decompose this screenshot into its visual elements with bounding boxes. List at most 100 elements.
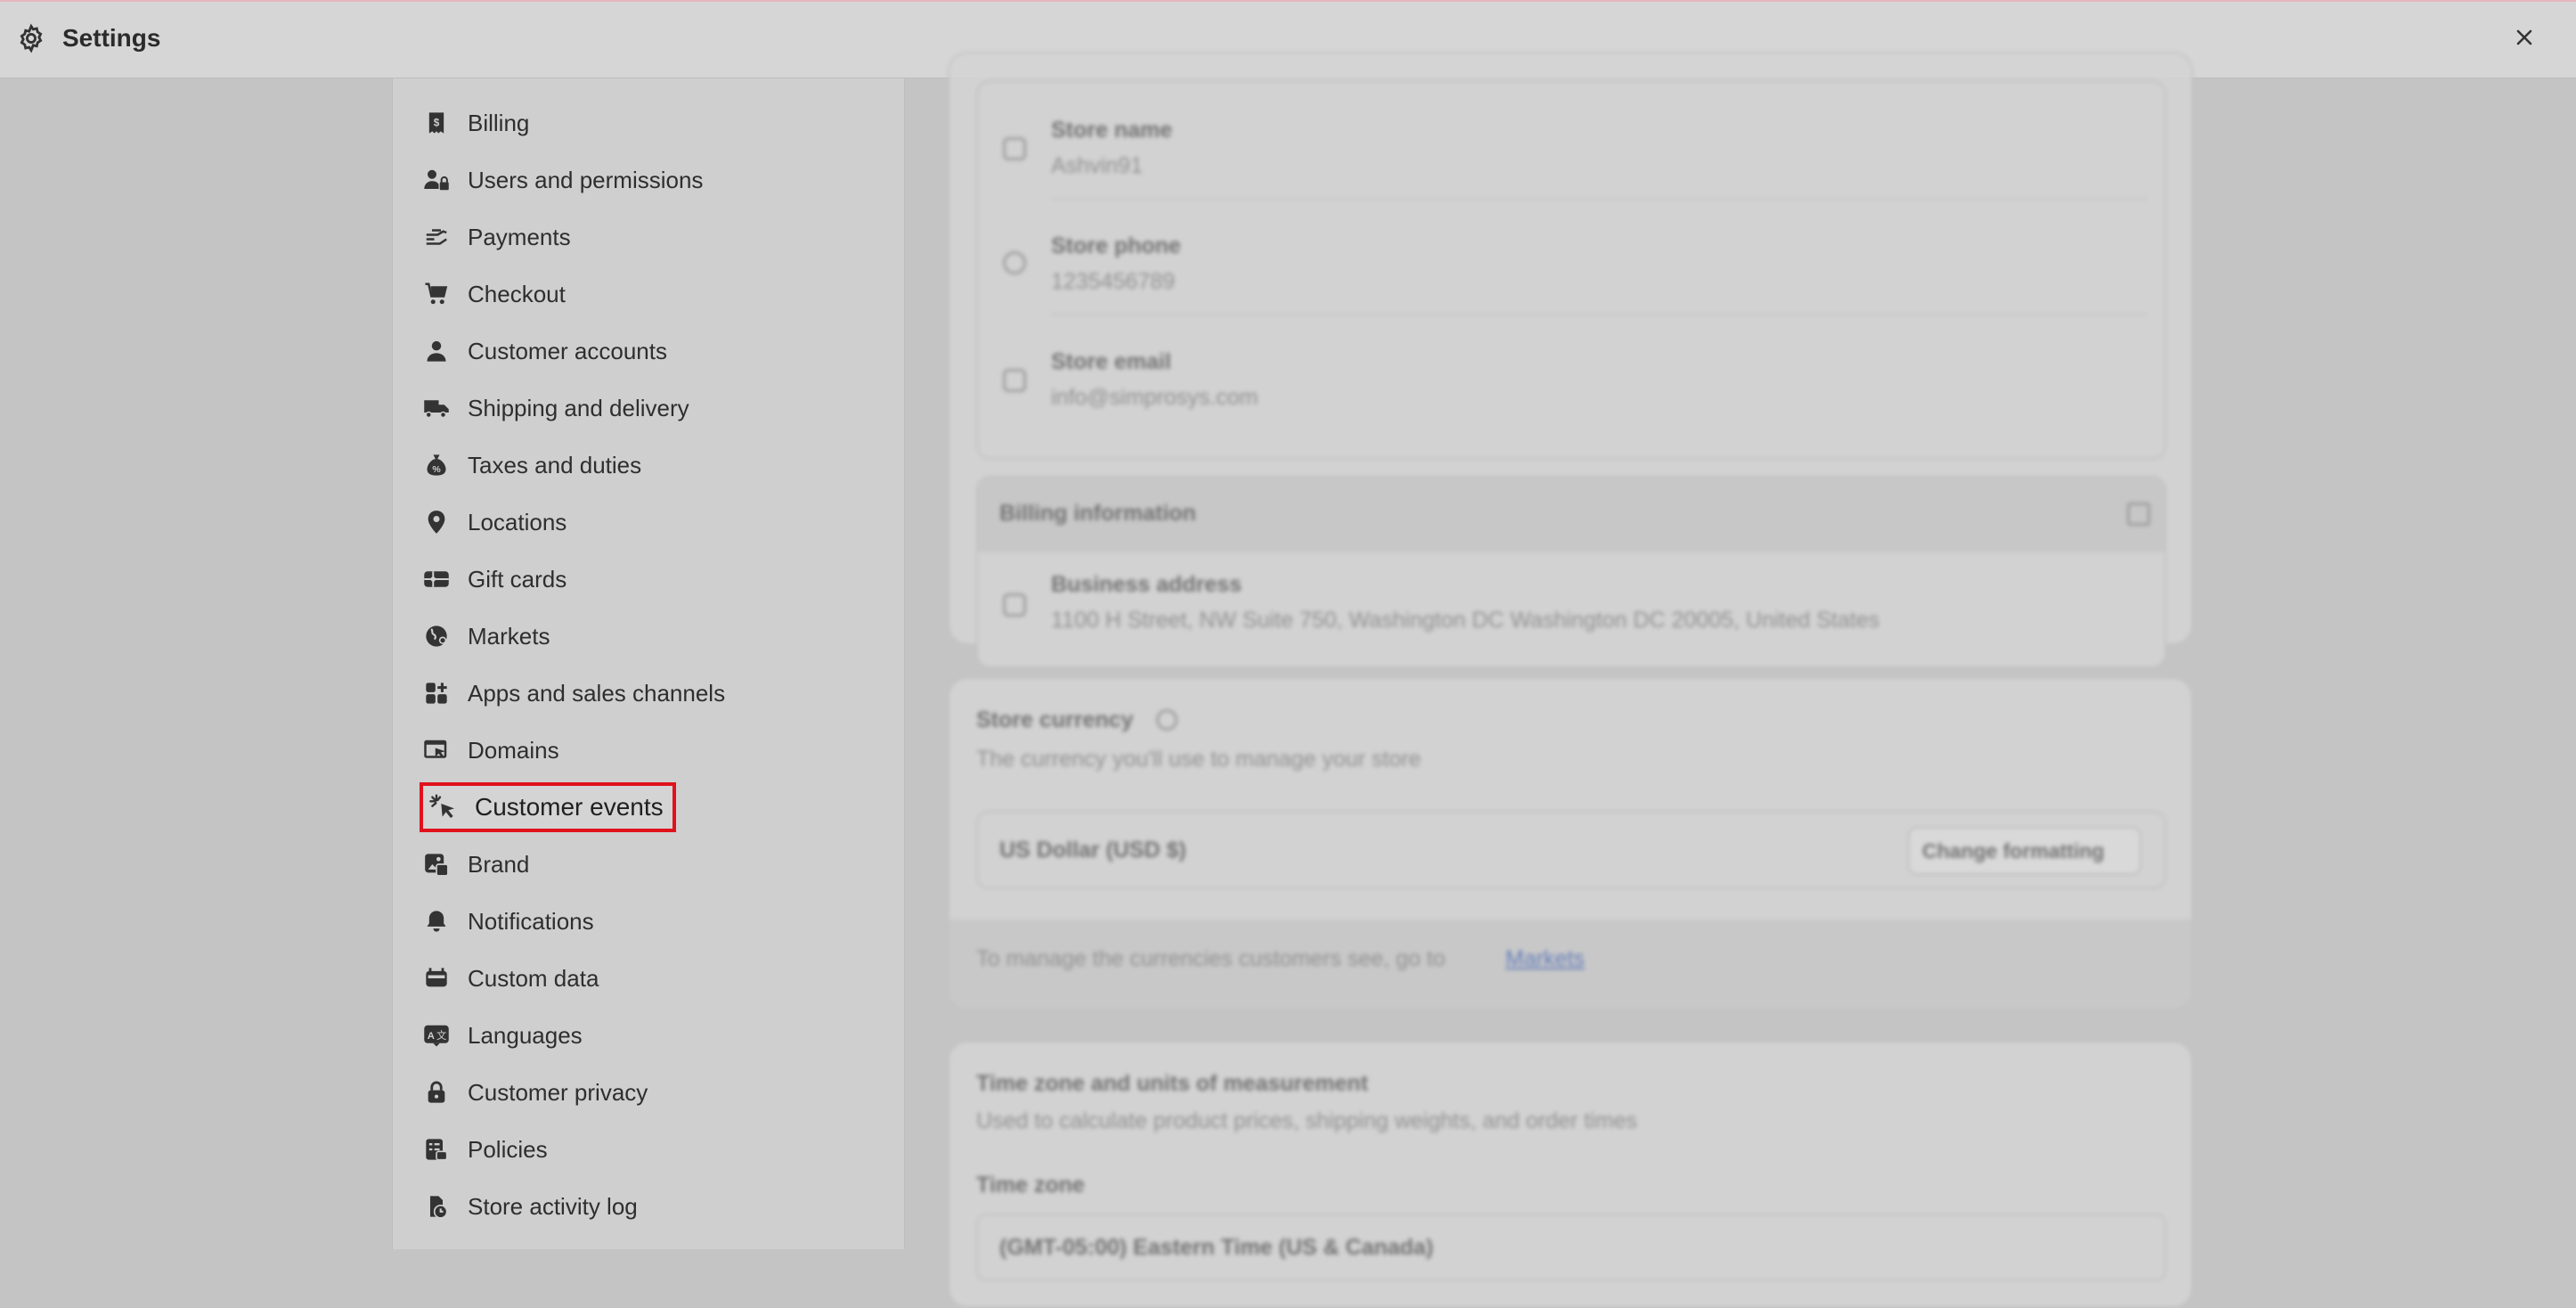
page-title: Settings bbox=[62, 24, 161, 52]
sidebar-item-label: Apps and sales channels bbox=[468, 679, 726, 707]
sidebar-item-store-activity-log[interactable]: Store activity log bbox=[421, 1183, 638, 1230]
sidebar-item-label: Custom data bbox=[468, 964, 599, 992]
store-phone-value: 1235456789 bbox=[1051, 269, 1176, 294]
store-email-value: info@simprosys.com bbox=[1051, 385, 1259, 410]
sidebar-item-label: Markets bbox=[468, 622, 550, 650]
sidebar-item-brand[interactable]: Brand bbox=[421, 841, 529, 887]
change-formatting-label: Change formatting bbox=[1922, 839, 2105, 862]
store-icon bbox=[1003, 137, 1026, 160]
store-name-value: Ashvin91 bbox=[1051, 153, 1143, 178]
sidebar-item-apps-and-sales-channels[interactable]: Apps and sales channels bbox=[421, 670, 725, 716]
change-formatting-button[interactable]: Change formatting bbox=[1908, 827, 2141, 875]
sidebar-item-label: Locations bbox=[468, 508, 567, 535]
sidebar-item-taxes-and-duties[interactable]: % Taxes and duties bbox=[421, 442, 641, 488]
edit-pencil-icon[interactable] bbox=[2127, 503, 2150, 526]
svg-text:%: % bbox=[432, 464, 441, 475]
markets-link[interactable]: Markets bbox=[1505, 946, 1585, 972]
store-phone-label: Store phone bbox=[1051, 233, 1181, 258]
billing-receipt-icon: $ bbox=[421, 108, 452, 138]
sidebar-item-shipping-and-delivery[interactable]: Shipping and delivery bbox=[421, 385, 689, 431]
building-icon bbox=[1003, 593, 1026, 617]
divider bbox=[1051, 314, 2147, 315]
sidebar-item-markets[interactable]: Markets bbox=[421, 613, 550, 659]
store-name-label: Store name bbox=[1051, 118, 1173, 143]
timezone-field-label: Time zone bbox=[976, 1173, 1085, 1198]
cart-icon bbox=[421, 279, 452, 309]
billing-information-panel: Billing information Business address 110… bbox=[976, 476, 2166, 668]
sidebar-item-custom-data[interactable]: Custom data bbox=[421, 955, 599, 1001]
store-currency-card: Store currency The currency you'll use t… bbox=[948, 677, 2193, 1010]
sidebar-item-label: Checkout bbox=[468, 280, 566, 307]
divider bbox=[1051, 198, 2147, 200]
sidebar-item-languages[interactable]: A文 Languages bbox=[421, 1012, 583, 1059]
settings-sidebar: $ Billing Users and permissions Payments… bbox=[392, 78, 905, 1249]
timezone-subtitle: Used to calculate product prices, shippi… bbox=[976, 1108, 1638, 1133]
sidebar-item-gift-cards[interactable]: Gift cards bbox=[421, 556, 567, 602]
money-bag-icon: % bbox=[421, 450, 452, 480]
sidebar-item-users-and-permissions[interactable]: Users and permissions bbox=[421, 157, 703, 203]
svg-text:A: A bbox=[428, 1031, 435, 1042]
settings-main-content: Store name Ashvin91 Store phone 12354567… bbox=[905, 52, 2576, 1308]
sidebar-item-customer-events[interactable]: Customer events bbox=[420, 782, 676, 832]
sidebar-item-label: Taxes and duties bbox=[468, 451, 642, 478]
sidebar-item-label: Shipping and delivery bbox=[468, 394, 689, 421]
sidebar-item-policies[interactable]: Policies bbox=[421, 1126, 548, 1173]
timezone-select[interactable]: (GMT-05:00) Eastern Time (US & Canada) bbox=[976, 1214, 2166, 1281]
policies-list-icon bbox=[421, 1134, 452, 1165]
domains-icon bbox=[421, 735, 452, 765]
billing-information-header: Billing information bbox=[978, 478, 2164, 552]
bell-icon bbox=[421, 906, 452, 936]
apps-grid-icon bbox=[421, 678, 452, 708]
store-details-card: Store name Ashvin91 Store phone 12354567… bbox=[948, 52, 2193, 668]
svg-text:$: $ bbox=[434, 118, 440, 129]
sidebar-item-checkout[interactable]: Checkout bbox=[421, 271, 566, 317]
phone-icon bbox=[1003, 251, 1026, 274]
store-details-panel: Store name Ashvin91 Store phone 12354567… bbox=[976, 80, 2166, 460]
sidebar-item-label: Store activity log bbox=[468, 1192, 638, 1220]
sidebar-item-label: Customer privacy bbox=[468, 1078, 648, 1106]
cursor-click-icon bbox=[428, 792, 459, 822]
person-icon bbox=[421, 336, 452, 366]
timezone-value: (GMT-05:00) Eastern Time (US & Canada) bbox=[999, 1235, 1434, 1260]
activity-log-icon bbox=[421, 1191, 452, 1222]
sidebar-item-label: Notifications bbox=[468, 907, 594, 935]
sidebar-item-label: Brand bbox=[468, 850, 530, 878]
sidebar-item-label: Domains bbox=[468, 736, 559, 764]
business-address-label: Business address bbox=[1051, 572, 1242, 597]
sidebar-item-locations[interactable]: Locations bbox=[421, 499, 567, 545]
sidebar-item-domains[interactable]: Domains bbox=[421, 727, 559, 773]
store-email-label: Store email bbox=[1051, 349, 1171, 374]
sidebar-item-label: Users and permissions bbox=[468, 166, 704, 193]
sidebar-item-payments[interactable]: Payments bbox=[421, 214, 571, 260]
sidebar-item-label: Billing bbox=[468, 109, 530, 136]
currency-field: US Dollar (USD $) Change formatting bbox=[976, 811, 2166, 889]
sidebar-item-customer-privacy[interactable]: Customer privacy bbox=[421, 1069, 648, 1116]
currency-footer-text: To manage the currencies customers see, … bbox=[976, 946, 1446, 971]
sidebar-item-label: Languages bbox=[468, 1021, 583, 1049]
svg-text:文: 文 bbox=[436, 1029, 446, 1042]
brand-image-icon bbox=[421, 849, 452, 879]
currency-value: US Dollar (USD $) bbox=[999, 838, 1186, 862]
translate-icon: A文 bbox=[421, 1020, 452, 1050]
sidebar-item-billing[interactable]: $ Billing bbox=[421, 100, 529, 146]
location-pin-icon bbox=[421, 507, 452, 537]
sidebar-item-label: Customer events bbox=[475, 793, 664, 821]
timezone-card: Time zone and units of measurement Used … bbox=[948, 1041, 2193, 1308]
info-icon[interactable] bbox=[1156, 709, 1178, 731]
business-address-value: 1100 H Street, NW Suite 750, Washington … bbox=[1051, 608, 1880, 633]
store-currency-title: Store currency bbox=[976, 707, 1134, 732]
sidebar-item-label: Policies bbox=[468, 1135, 548, 1163]
timezone-title: Time zone and units of measurement bbox=[976, 1071, 1368, 1096]
currency-footer: To manage the currencies customers see, … bbox=[950, 920, 2191, 1009]
sidebar-item-label: Customer accounts bbox=[468, 337, 667, 364]
custom-data-icon bbox=[421, 963, 452, 993]
lock-icon bbox=[421, 1077, 452, 1108]
close-icon[interactable] bbox=[2508, 21, 2540, 53]
gift-card-icon bbox=[421, 564, 452, 594]
globe-icon bbox=[421, 621, 452, 651]
sidebar-item-customer-accounts[interactable]: Customer accounts bbox=[421, 328, 667, 374]
sidebar-item-notifications[interactable]: Notifications bbox=[421, 898, 594, 944]
email-icon bbox=[1003, 369, 1026, 392]
payments-hand-icon bbox=[421, 222, 452, 252]
sidebar-item-label: Payments bbox=[468, 223, 571, 250]
